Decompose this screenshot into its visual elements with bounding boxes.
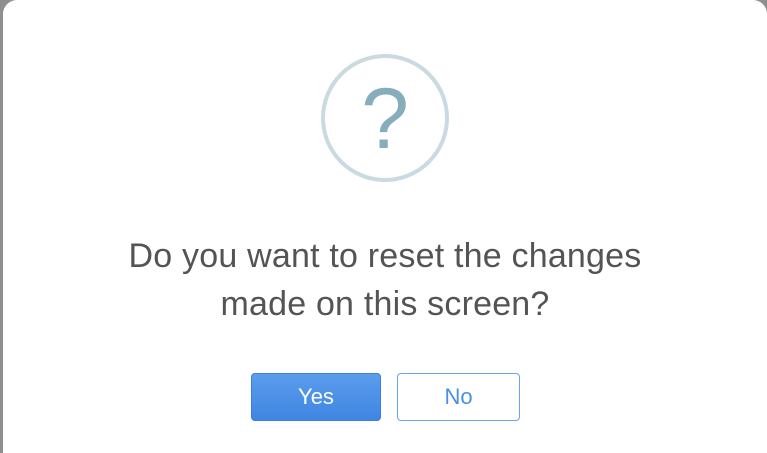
confirm-dialog: ? Do you want to reset the changes made … (3, 0, 767, 453)
no-button[interactable]: No (397, 373, 520, 421)
yes-button[interactable]: Yes (251, 373, 381, 421)
question-mark-icon: ? (321, 54, 449, 182)
dialog-message-line2: made on this screen? (220, 285, 550, 323)
dialog-message: Do you want to reset the changes made on… (3, 232, 767, 328)
question-mark-glyph: ? (361, 71, 409, 167)
dialog-message-line1: Do you want to reset the changes (128, 237, 642, 275)
